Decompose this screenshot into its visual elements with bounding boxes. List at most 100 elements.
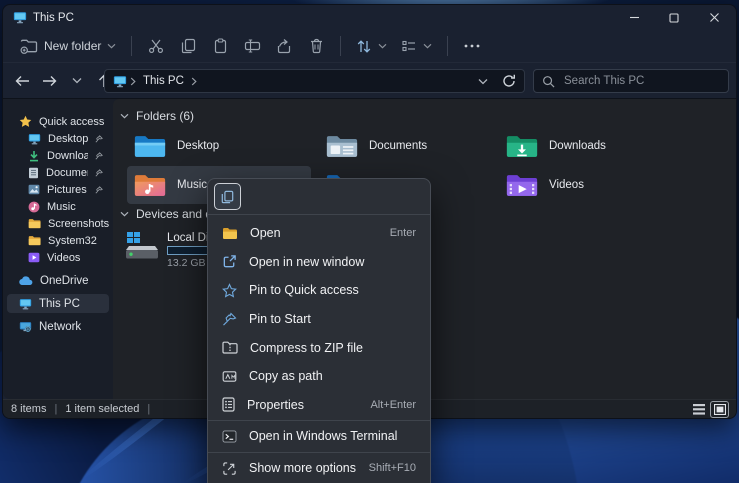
sidebar-item-pictures[interactable]: Pictures [7, 181, 109, 198]
rename-button[interactable] [236, 33, 268, 59]
context-menu-item-show-more-options[interactable]: Show more options Shift+F10 [212, 454, 426, 483]
music-folder-icon [133, 172, 167, 199]
copy-button[interactable] [172, 33, 204, 59]
rename-icon [244, 39, 261, 53]
folder-tile-label: Documents [369, 140, 427, 152]
folder-tile-downloads[interactable]: Downloads [499, 127, 683, 165]
large-thumbnails-view-button[interactable] [711, 402, 728, 417]
cut-button[interactable] [140, 33, 172, 59]
back-button[interactable] [9, 67, 36, 94]
breadcrumb-chevron-icon[interactable] [191, 77, 197, 86]
desktop-screen: This PC New folder [0, 0, 739, 483]
downloads-folder-icon [505, 133, 539, 160]
recent-locations-button[interactable] [63, 67, 90, 94]
details-view-button[interactable] [690, 402, 707, 417]
this-pc-icon [19, 298, 32, 310]
maximize-button[interactable] [654, 5, 694, 30]
forward-button[interactable] [36, 67, 63, 94]
copy-quick-button[interactable] [214, 183, 241, 210]
sidebar-item-label: Quick access [39, 116, 104, 128]
network-icon [19, 321, 32, 333]
context-menu-item-pin-quick-access[interactable]: Pin to Quick access [212, 276, 426, 305]
list-view-icon [693, 404, 705, 415]
context-menu-item-copy-as-path[interactable]: Copy as path [212, 362, 426, 391]
sidebar-item-music[interactable]: Music [7, 198, 109, 215]
folder-icon [28, 218, 41, 229]
search-input[interactable] [562, 74, 720, 88]
downloads-icon [28, 150, 40, 162]
context-menu-item-properties[interactable]: Properties Alt+Enter [212, 391, 426, 420]
sidebar-item-system32[interactable]: System32 [7, 232, 109, 249]
sidebar-item-desktop[interactable]: Desktop [7, 130, 109, 147]
context-menu-item-pin-start[interactable]: Pin to Start [212, 305, 426, 334]
see-more-button[interactable] [456, 33, 488, 59]
folder-open-icon [222, 227, 238, 240]
folder-tile-label: Music [177, 179, 207, 191]
folder-tile-documents[interactable]: Documents [319, 127, 503, 165]
context-menu-item-open-windows-terminal[interactable]: Open in Windows Terminal [212, 422, 426, 451]
close-button[interactable] [694, 5, 734, 30]
breadcrumb-segment[interactable]: This PC [143, 75, 184, 87]
breadcrumb[interactable]: This PC [104, 69, 525, 93]
chevron-down-icon [423, 43, 432, 49]
share-icon [276, 38, 292, 54]
videos-folder-icon [505, 172, 539, 199]
sidebar-item-label: Network [39, 321, 81, 333]
context-menu-item-open[interactable]: Open Enter [212, 219, 426, 248]
search-icon [542, 75, 555, 88]
sidebar-item-documents[interactable]: Documents [7, 164, 109, 181]
minimize-button[interactable] [614, 5, 654, 30]
sidebar-item-label: This PC [39, 298, 80, 310]
videos-icon [28, 252, 40, 263]
menu-item-label: Show more options [249, 461, 356, 475]
menu-item-shortcut: Enter [390, 227, 416, 239]
sidebar-item-network[interactable]: Network [7, 317, 109, 336]
context-menu: Open Enter Open in new window Pin to Qui… [207, 178, 431, 483]
sidebar-item-quick-access[interactable]: Quick access [7, 113, 109, 130]
view-icon [401, 39, 417, 53]
this-pc-icon [113, 75, 127, 88]
sidebar-item-screenshots[interactable]: Screenshots [7, 215, 109, 232]
folders-section-header[interactable]: Folders (6) [120, 109, 194, 123]
copy-as-path-icon [222, 370, 237, 383]
address-dropdown-icon[interactable] [478, 78, 488, 85]
pin-icon [95, 186, 103, 194]
folder-tile-label: Downloads [549, 140, 606, 152]
pin-icon [95, 152, 103, 160]
open-new-window-icon [222, 254, 237, 269]
pin-icon [95, 169, 103, 177]
sort-button[interactable] [349, 33, 394, 59]
folder-tile-videos[interactable]: Videos [499, 166, 683, 204]
command-bar: New folder [3, 30, 736, 63]
folder-tile-desktop[interactable]: Desktop [127, 127, 311, 165]
new-folder-button[interactable]: New folder [13, 33, 123, 59]
context-menu-item-compress-zip[interactable]: Compress to ZIP file [212, 333, 426, 362]
refresh-icon[interactable] [502, 74, 516, 88]
search-field[interactable] [533, 69, 729, 93]
pictures-icon [28, 184, 40, 195]
menu-item-label: Open in new window [249, 255, 364, 269]
sidebar-item-downloads[interactable]: Downloads [7, 147, 109, 164]
paste-button[interactable] [204, 33, 236, 59]
menu-item-label: Copy as path [249, 369, 323, 383]
copy-icon [221, 190, 234, 204]
folder-icon [28, 235, 41, 246]
selection-count: 1 item selected [65, 403, 139, 415]
sidebar-item-this-pc[interactable]: This PC [7, 294, 109, 313]
paste-icon [213, 38, 228, 54]
view-button[interactable] [394, 33, 439, 59]
documents-folder-icon [325, 133, 359, 160]
delete-button[interactable] [300, 33, 332, 59]
ellipsis-icon [464, 44, 480, 48]
star-icon [19, 115, 32, 128]
menu-item-label: Pin to Quick access [249, 283, 359, 297]
toolbar-divider [447, 36, 448, 56]
sidebar-item-onedrive[interactable]: OneDrive [7, 271, 109, 290]
title-bar[interactable]: This PC [3, 5, 736, 30]
sidebar-item-videos[interactable]: Videos [7, 249, 109, 266]
document-icon [28, 167, 39, 179]
show-more-options-icon [222, 461, 237, 476]
sidebar-item-label: OneDrive [40, 275, 89, 287]
share-button[interactable] [268, 33, 300, 59]
context-menu-item-open-new-window[interactable]: Open in new window [212, 248, 426, 277]
